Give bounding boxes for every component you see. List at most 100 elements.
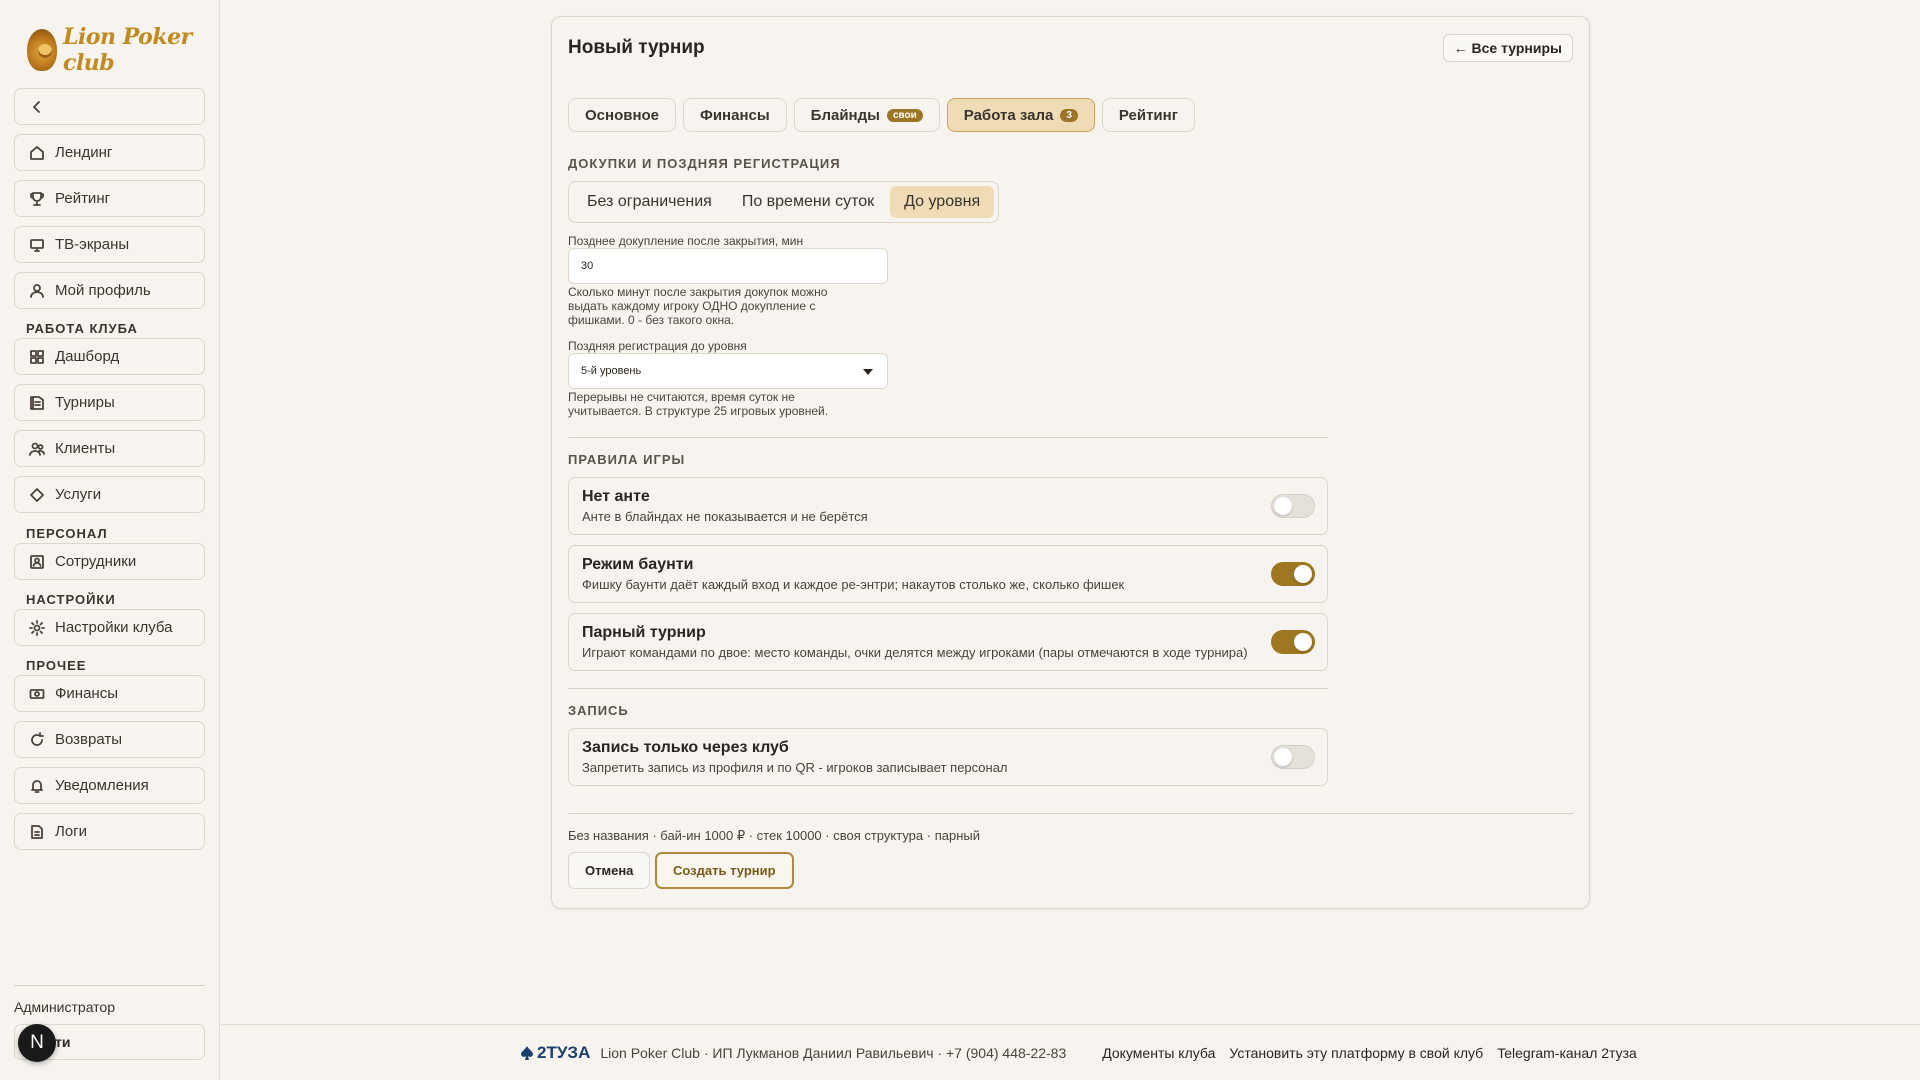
footer-link-documents[interactable]: Документы клуба [1102, 1045, 1215, 1061]
signup-club-only-toggle[interactable] [1271, 745, 1315, 769]
rule-desc: Запретить запись из профиля и по QR - иг… [582, 760, 1008, 775]
rule-pair-tournament: Парный турнир Играют командами по двое: … [568, 613, 1328, 671]
cash-icon [29, 686, 45, 702]
no-ante-toggle[interactable] [1271, 494, 1315, 518]
create-tournament-button[interactable]: Создать турнир [655, 852, 794, 889]
logo-text: Lion Poker club [63, 24, 192, 76]
section-divider [568, 437, 1328, 438]
tab-basic[interactable]: Основное [568, 98, 677, 132]
late-reg-label: Поздняя регистрация до уровня [568, 339, 747, 353]
spade-icon [521, 1046, 533, 1060]
rule-title: Парный турнир [582, 624, 706, 641]
sidebar-item-label: Уведомления [55, 777, 149, 794]
sidebar-divider [14, 985, 205, 986]
sidebar-item-clients[interactable]: Клиенты [14, 430, 205, 467]
gear-icon [29, 619, 45, 636]
tab-label: Основное [585, 106, 660, 124]
id-card-icon [29, 554, 45, 570]
monitor-icon [29, 237, 45, 253]
late-rebuy-hint: Сколько минут после закрытия докупок мож… [568, 285, 828, 327]
page-footer: 2ТУЗА Lion Poker Club · ИП Лукманов Дани… [221, 1024, 1920, 1080]
toggle-knob [1274, 497, 1292, 515]
sidebar-item-staff[interactable]: Сотрудники [14, 543, 205, 580]
trophy-icon [29, 191, 45, 207]
chevron-left-icon [29, 99, 45, 115]
late-rebuy-input[interactable]: 30 [568, 248, 888, 284]
toggle-knob [1274, 748, 1292, 766]
cancel-button[interactable]: Отмена [568, 852, 651, 889]
pair-tournament-toggle[interactable] [1271, 630, 1315, 654]
rebuy-mode-unlimited[interactable]: Без ограничения [573, 186, 726, 218]
sidebar-item-notifications[interactable]: Уведомления [14, 767, 205, 804]
sidebar-item-rating[interactable]: Рейтинг [14, 180, 205, 217]
avatar[interactable]: N [18, 1024, 56, 1062]
sidebar: Lion Poker club Лендинг Рейтинг ТВ-экран… [0, 0, 220, 1080]
rebuy-mode-time-of-day[interactable]: По времени суток [728, 186, 888, 218]
user-icon [29, 283, 45, 299]
sidebar-item-label: ТВ-экраны [55, 236, 130, 253]
new-tournament-card: Новый турнир ← Все турниры Основное Фина… [551, 16, 1590, 909]
sidebar-item-refunds[interactable]: Возвраты [14, 721, 205, 758]
section-label-staff: ПЕРСОНАЛ [26, 526, 108, 541]
sidebar-item-landing[interactable]: Лендинг [14, 134, 205, 171]
bounty-toggle[interactable] [1271, 562, 1315, 586]
all-tournaments-button[interactable]: ← Все турниры [1442, 34, 1573, 62]
lion-logo-icon [27, 29, 58, 71]
sidebar-item-label: Услуги [55, 486, 102, 503]
rule-desc: Фишку баунти даёт каждый вход и каждое р… [582, 577, 1125, 592]
rule-title: Запись только через клуб [582, 739, 789, 756]
rebuy-mode-segmented: Без ограничения По времени суток До уров… [568, 181, 1000, 223]
platform-brand-text: 2ТУЗА [537, 1043, 591, 1062]
users-icon [29, 441, 45, 457]
sidebar-item-label: Сотрудники [55, 553, 137, 570]
rule-no-ante: Нет анте Анте в блайндах не показывается… [568, 477, 1328, 535]
sidebar-item-label: Рейтинг [55, 190, 111, 207]
footer-content: 2ТУЗА Lion Poker Club · ИП Лукманов Дани… [520, 1043, 1637, 1063]
sidebar-item-label: Логи [55, 823, 88, 840]
tab-rating[interactable]: Рейтинг [1101, 98, 1195, 132]
late-reg-hint: Перерывы не считаются, время суток не уч… [568, 390, 829, 418]
tab-badge: 3 [1060, 108, 1078, 122]
sidebar-collapse-button[interactable] [14, 88, 205, 125]
sidebar-item-logs[interactable]: Логи [14, 813, 205, 850]
rebuy-mode-until-level[interactable]: До уровня [890, 186, 995, 218]
sidebar-item-profile[interactable]: Мой профиль [14, 272, 205, 309]
platform-brand[interactable]: 2ТУЗА [520, 1043, 590, 1063]
tab-hall-work[interactable]: Работа зала 3 [946, 98, 1095, 132]
section-heading-rebuys: ДОКУПКИ И ПОЗДНЯЯ РЕГИСТРАЦИЯ [568, 156, 841, 171]
club-logo[interactable]: Lion Poker club [27, 24, 219, 76]
tab-finance[interactable]: Финансы [683, 98, 787, 132]
tabs: Основное Финансы Блайнды свои Работа зала… [568, 98, 1195, 132]
footer-divider [568, 813, 1574, 814]
sidebar-item-label: Финансы [55, 685, 118, 702]
sidebar-item-tournaments[interactable]: Турниры [14, 384, 205, 421]
sidebar-item-label: Лендинг [55, 144, 113, 161]
tournament-summary: Без названия · бай-ин 1000 ₽ · стек 1000… [568, 828, 980, 843]
late-reg-select[interactable]: 5-й уровень [568, 353, 888, 389]
section-label-club: РАБОТА КЛУБА [26, 321, 138, 336]
tab-blinds[interactable]: Блайнды свои [793, 98, 940, 132]
sidebar-item-dashboard[interactable]: Дашборд [14, 338, 205, 375]
diamond-icon [29, 487, 45, 503]
bell-icon [29, 778, 45, 794]
sidebar-item-services[interactable]: Услуги [14, 476, 205, 513]
tab-label: Финансы [700, 106, 770, 124]
toggle-knob [1294, 633, 1312, 651]
file-icon [29, 824, 45, 840]
tab-label: Рейтинг [1118, 106, 1178, 124]
rule-title: Нет анте [582, 488, 650, 505]
sidebar-item-label: Клиенты [55, 440, 116, 457]
sidebar-item-label: Дашборд [55, 348, 120, 365]
tab-label: Блайнды [810, 106, 880, 124]
section-label-other: ПРОЧЕЕ [26, 658, 87, 673]
sidebar-item-tv[interactable]: ТВ-экраны [14, 226, 205, 263]
sidebar-item-finance[interactable]: Финансы [14, 675, 205, 712]
footer-link-install[interactable]: Установить эту платформу в свой клуб [1229, 1045, 1483, 1061]
sidebar-item-label: Мой профиль [55, 282, 151, 299]
rule-signup-club-only: Запись только через клуб Запретить запис… [568, 728, 1328, 786]
calendar-icon [29, 395, 45, 411]
sidebar-item-label: Настройки клуба [55, 619, 173, 636]
page-title: Новый турнир [568, 37, 705, 58]
sidebar-item-club-settings[interactable]: Настройки клуба [14, 609, 205, 646]
footer-link-telegram[interactable]: Telegram-канал 2туза [1497, 1045, 1637, 1061]
